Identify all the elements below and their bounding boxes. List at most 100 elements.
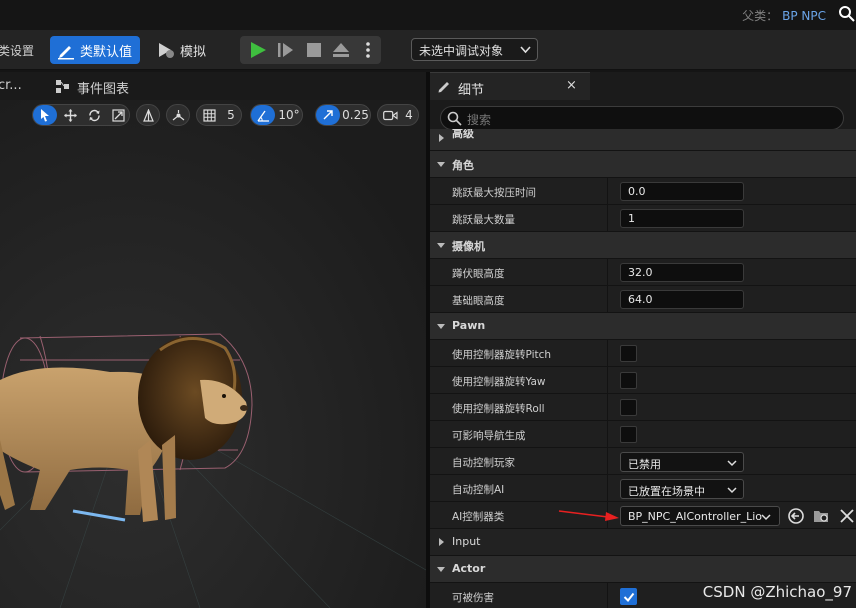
auto-possess-ai-dropdown[interactable]: 已放置在场景中 [620, 479, 744, 499]
tab-event-graph[interactable]: 事件图表 [77, 78, 129, 97]
grid-snap-value[interactable]: 5 [221, 105, 241, 125]
cursor-icon [41, 109, 49, 122]
camera-icon [382, 110, 398, 120]
tab-construction-script[interactable]: cr... [0, 78, 22, 93]
chevron-right-icon [439, 538, 444, 546]
auto-possess-player-dropdown[interactable]: 已禁用 [620, 452, 744, 472]
viewport[interactable]: 5 10° 0.25 4 [0, 100, 426, 608]
category-label: 摄像机 [452, 240, 485, 253]
property-base-eye-height: 基础眼高度 64.0 [430, 286, 856, 313]
property-label: 可被伤害 [452, 592, 494, 604]
checkmark-icon [623, 592, 635, 603]
property-jump-max-count: 跳跃最大数量 1 [430, 205, 856, 232]
property-label: 使用控制器旋转Pitch [452, 349, 552, 361]
world-space-icon [142, 108, 154, 122]
use-controller-pitch-checkbox[interactable] [620, 345, 637, 362]
class-settings-button[interactable]: 类设置 [0, 42, 34, 59]
base-eye-height-input[interactable]: 64.0 [620, 290, 744, 309]
blueprint-editor: 父类： BP NPC 类设置 类默认值 模拟 未选中调试对象 cr... 事件图… [0, 0, 856, 608]
can-affect-navigation-checkbox[interactable] [620, 426, 637, 443]
close-icon[interactable]: × [566, 78, 577, 93]
property-crouched-eye-height: 蹲伏眼高度 32.0 [430, 259, 856, 286]
property-label: 蹲伏眼高度 [452, 268, 505, 280]
search-placeholder: 搜索 [467, 113, 492, 127]
rotation-snap-value[interactable]: 10° [275, 105, 303, 125]
use-selected-icon[interactable] [787, 507, 805, 525]
parent-class-link[interactable]: BP NPC [782, 9, 826, 23]
category-label: 高级 [452, 129, 474, 140]
rotation-snap-toggle[interactable] [251, 105, 275, 125]
jump-max-count-input[interactable]: 1 [620, 209, 744, 228]
details-panel: 细节 × 搜索 高级 角色 跳跃最大按压时间 0.0 跳跃最大数量 1 摄像机 … [430, 72, 856, 608]
lion-mesh-preview[interactable] [0, 320, 300, 530]
class-defaults-button[interactable]: 类默认值 [50, 36, 141, 64]
debug-target-dropdown[interactable]: 未选中调试对象 [411, 38, 538, 61]
category-actor[interactable]: Actor [430, 556, 856, 583]
tab-details[interactable]: 细节 × [430, 72, 590, 100]
transform-tool-group [32, 104, 130, 126]
property-jump-max-hold-time: 跳跃最大按压时间 0.0 [430, 178, 856, 205]
camera-speed-value: 4 [405, 108, 413, 122]
camera-speed-button[interactable]: 4 [377, 104, 419, 126]
details-pencil-icon [438, 82, 449, 93]
can-be-damaged-checkbox[interactable] [620, 588, 637, 605]
clear-icon[interactable] [838, 507, 856, 525]
details-search-input[interactable]: 搜索 [440, 106, 844, 130]
category-advanced[interactable]: 高级 [430, 129, 856, 151]
rotate-tool-button[interactable] [82, 105, 106, 125]
angle-icon [256, 110, 269, 122]
more-options-icon[interactable] [358, 40, 378, 60]
surface-snap-button[interactable] [166, 104, 190, 126]
dropdown-value: BP_NPC_AIController_Lio [628, 510, 763, 523]
category-pawn[interactable]: Pawn [430, 313, 856, 340]
category-character[interactable]: 角色 [430, 151, 856, 178]
title-bar: 父类： BP NPC [0, 0, 856, 30]
main-toolbar: 类设置 类默认值 模拟 未选中调试对象 [0, 30, 856, 70]
scale-snap-group: 0.25 [315, 104, 371, 126]
translate-tool-button[interactable] [58, 105, 82, 125]
jump-max-hold-time-input[interactable]: 0.0 [620, 182, 744, 201]
grid-snap-toggle[interactable] [197, 105, 221, 125]
search-icon[interactable] [838, 5, 856, 23]
local-space-button[interactable] [136, 104, 160, 126]
debug-target-label: 未选中调试对象 [419, 44, 504, 58]
chevron-down-icon [520, 46, 531, 54]
browse-asset-icon[interactable] [812, 507, 830, 525]
chevron-down-icon [437, 243, 445, 248]
stop-icon[interactable] [304, 40, 324, 60]
forward-arrow-gizmo [72, 509, 126, 522]
dropdown-value: 已放置在场景中 [628, 485, 705, 498]
property-label: 跳跃最大按压时间 [452, 187, 536, 199]
scale-snap-icon [323, 110, 333, 120]
category-input[interactable]: Input [430, 529, 856, 556]
select-tool-button[interactable] [33, 105, 57, 125]
surface-snap-icon [172, 109, 184, 120]
scale-snap-toggle[interactable] [316, 105, 340, 125]
graph-icon [56, 80, 69, 93]
scale-snap-value[interactable]: 0.25 [340, 105, 371, 125]
use-controller-roll-checkbox[interactable] [620, 399, 637, 416]
chevron-down-icon [437, 567, 445, 572]
use-controller-yaw-checkbox[interactable] [620, 372, 637, 389]
scale-tool-button[interactable] [106, 105, 130, 125]
step-icon[interactable] [276, 40, 296, 60]
crouched-eye-height-input[interactable]: 32.0 [620, 263, 744, 282]
chevron-down-icon [437, 324, 445, 329]
simulate-icon [159, 43, 174, 58]
property-label: AI控制器类 [452, 511, 505, 523]
play-icon[interactable] [248, 40, 268, 60]
property-auto-possess-player: 自动控制玩家 已禁用 [430, 448, 856, 475]
category-label: Input [452, 535, 481, 548]
scale-icon [111, 108, 125, 122]
watermark: CSDN @Zhichao_97 [702, 583, 852, 601]
simulate-label: 模拟 [180, 44, 207, 60]
grid-icon [202, 108, 216, 122]
chevron-right-icon [439, 134, 444, 142]
category-label: 角色 [452, 159, 474, 172]
ai-controller-class-dropdown[interactable]: BP_NPC_AIController_Lio [620, 506, 780, 526]
search-icon [447, 111, 462, 126]
simulate-button[interactable]: 模拟 [156, 36, 206, 64]
pencil-icon [58, 46, 74, 60]
category-camera[interactable]: 摄像机 [430, 232, 856, 259]
eject-icon[interactable] [331, 40, 351, 60]
